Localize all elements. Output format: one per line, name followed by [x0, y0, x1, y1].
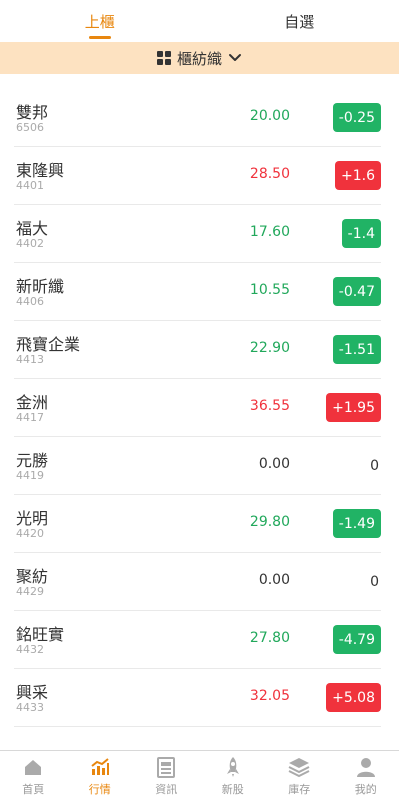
stock-name: 光明: [16, 509, 49, 528]
tab-watchlist-label: 自選: [284, 12, 315, 31]
user-icon: [356, 758, 375, 777]
stock-price: 10.55: [249, 282, 290, 298]
stock-change-badge: 0: [370, 573, 379, 590]
stock-code: 4419: [16, 469, 44, 482]
stock-price: 32.05: [249, 688, 290, 704]
category-selector[interactable]: 櫃紡織: [0, 42, 399, 74]
stock-change-badge: +1.6: [335, 161, 381, 190]
stock-code: 4420: [16, 527, 44, 540]
stock-change-badge: -1.49: [332, 509, 381, 538]
stock-row[interactable]: 福大 4402 17.60 -1.4: [14, 205, 381, 263]
stock-change-badge: -0.47: [332, 277, 381, 306]
stock-row[interactable]: 銘旺實 4432 27.80 -4.79: [14, 611, 381, 669]
news-icon: [157, 757, 176, 778]
nav-item-chart[interactable]: 行情: [67, 751, 134, 802]
stock-code: 4413: [16, 353, 44, 366]
nav-item-news[interactable]: 資訊: [133, 751, 200, 802]
tab-otc[interactable]: 上櫃: [0, 0, 200, 42]
stock-name: 新昕纖: [16, 277, 65, 296]
stock-row[interactable]: 雙邦 6506 20.00 -0.25: [14, 89, 381, 147]
stock-row[interactable]: 聚紡 4429 0.00 0: [14, 553, 381, 611]
market-tabs: 上櫃 自選: [0, 0, 399, 42]
stock-row[interactable]: 興采 4433 32.05 +5.08: [14, 669, 381, 727]
nav-item-home[interactable]: 首頁: [0, 751, 67, 802]
stock-price: 0.00: [258, 572, 290, 588]
category-label: 櫃紡織: [176, 49, 222, 68]
stock-change-badge: -0.25: [332, 103, 381, 132]
chevron-down-icon: [229, 54, 241, 61]
stock-price: 28.50: [249, 166, 290, 182]
stock-code: 6506: [16, 121, 44, 134]
nav-label: 首頁: [22, 783, 45, 796]
stock-name: 雙邦: [16, 103, 49, 122]
stock-price: 17.60: [249, 224, 290, 240]
stock-row[interactable]: 元勝 4419 0.00 0: [14, 437, 381, 495]
stock-price: 20.00: [249, 108, 290, 124]
nav-item-rocket[interactable]: 新股: [200, 751, 267, 802]
chart-icon: [91, 758, 109, 775]
nav-label: 我的: [354, 783, 377, 796]
active-tab-indicator: [88, 36, 111, 39]
grid-icon: [156, 51, 171, 65]
stock-price: 36.55: [249, 398, 290, 414]
nav-label: 行情: [88, 783, 111, 796]
stock-code: 4433: [16, 701, 44, 714]
stock-name: 聚紡: [16, 567, 49, 586]
stock-price: 29.80: [249, 514, 290, 530]
stock-change-badge: +5.08: [326, 683, 381, 712]
stock-row[interactable]: 東隆興 4401 28.50 +1.6: [14, 147, 381, 205]
stock-name: 福大: [16, 219, 49, 238]
stock-row[interactable]: 飛寶企業 4413 22.90 -1.51: [14, 321, 381, 379]
stock-code: 4402: [16, 237, 44, 250]
stock-name: 飛寶企業: [16, 335, 81, 354]
stock-change-badge: -1.4: [341, 219, 381, 248]
stock-code: 4429: [16, 585, 44, 598]
stock-row[interactable]: 金洲 4417 36.55 +1.95: [14, 379, 381, 437]
stock-change-badge: 0: [370, 457, 379, 474]
stock-code: 4401: [16, 179, 44, 192]
layers-icon: [288, 758, 310, 778]
stock-code: 4432: [16, 643, 44, 656]
stock-row[interactable]: 光明 4420 29.80 -1.49: [14, 495, 381, 553]
stock-price: 27.80: [249, 630, 290, 646]
tab-otc-label: 上櫃: [84, 12, 115, 31]
rocket-icon: [226, 757, 239, 777]
stock-name: 元勝: [16, 451, 49, 470]
stock-name: 興采: [16, 683, 49, 702]
nav-item-layers[interactable]: 庫存: [266, 751, 333, 802]
stock-code: 4406: [16, 295, 44, 308]
stock-code: 4417: [16, 411, 44, 424]
stock-name: 銘旺實: [16, 625, 65, 644]
tab-watchlist[interactable]: 自選: [200, 0, 399, 42]
stock-price: 0.00: [258, 456, 290, 472]
stock-change-badge: -4.79: [332, 625, 381, 654]
stock-price: 22.90: [249, 340, 290, 356]
stock-row[interactable]: 新昕纖 4406 10.55 -0.47: [14, 263, 381, 321]
nav-label: 資訊: [155, 783, 178, 796]
stock-name: 金洲: [16, 393, 49, 412]
bottom-nav: 首頁 行情 資訊 新股 庫存 我的: [0, 750, 399, 802]
nav-item-user[interactable]: 我的: [333, 751, 399, 802]
stock-list: 雙邦 6506 20.00 -0.25 東隆興 4401 28.50 +1.6 福大 4402 17…: [0, 89, 399, 727]
stock-name: 東隆興: [16, 161, 65, 180]
nav-label: 新股: [221, 783, 244, 796]
nav-label: 庫存: [288, 783, 311, 796]
stock-change-badge: -1.51: [332, 335, 381, 364]
stock-change-badge: +1.95: [326, 393, 381, 422]
home-icon: [25, 760, 42, 775]
